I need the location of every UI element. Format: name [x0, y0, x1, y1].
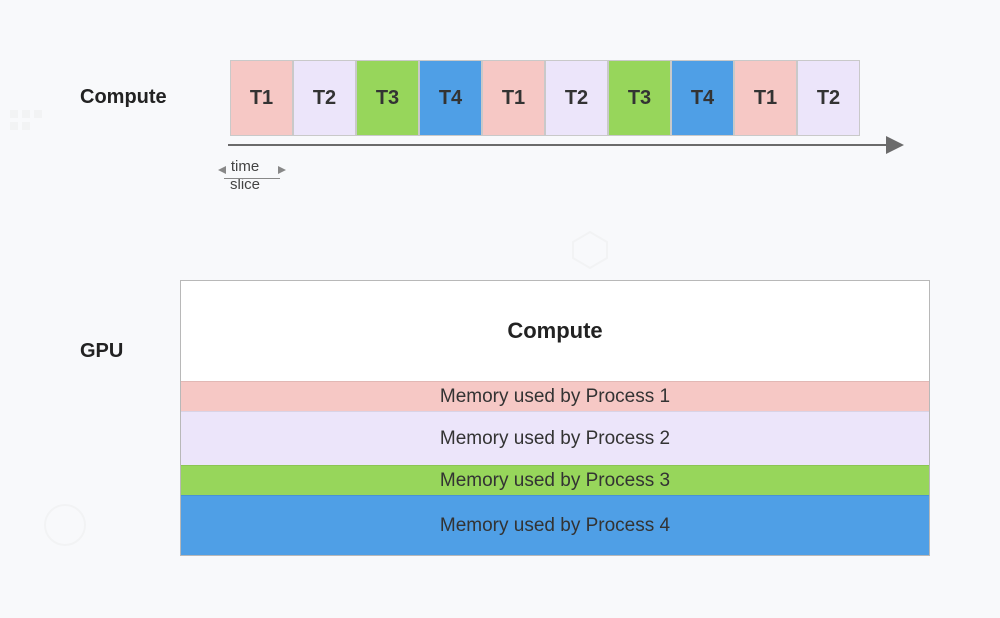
compute-label: Compute [80, 86, 167, 109]
memory-region-process-2: Memory used by Process 2 [181, 411, 929, 465]
time-slot: T2 [797, 60, 860, 136]
gpu-box: Compute Memory used by Process 1 Memory … [180, 280, 930, 556]
timeline-track: T1 T2 T3 T4 T1 T2 T3 T4 T1 T2 [230, 60, 860, 136]
time-slot: T2 [293, 60, 356, 136]
memory-region-process-4: Memory used by Process 4 [181, 495, 929, 555]
time-slot: T3 [608, 60, 671, 136]
time-slot: T3 [356, 60, 419, 136]
arrow-left-icon [218, 166, 226, 174]
time-slice-annotation: time slice [230, 158, 260, 194]
gpu-compute-region: Compute [181, 281, 929, 381]
divider-line [224, 178, 280, 179]
time-axis-line [228, 144, 888, 146]
time-slot: T1 [230, 60, 293, 136]
arrow-right-icon [278, 166, 286, 174]
time-slice-top: time [231, 158, 259, 175]
time-slot: T4 [671, 60, 734, 136]
time-axis-arrowhead-icon [886, 136, 904, 154]
time-slot: T1 [734, 60, 797, 136]
time-slot: T1 [482, 60, 545, 136]
time-slot: T4 [419, 60, 482, 136]
gpu-label: GPU [80, 340, 123, 363]
time-slot: T2 [545, 60, 608, 136]
memory-region-process-3: Memory used by Process 3 [181, 465, 929, 495]
memory-region-process-1: Memory used by Process 1 [181, 381, 929, 411]
